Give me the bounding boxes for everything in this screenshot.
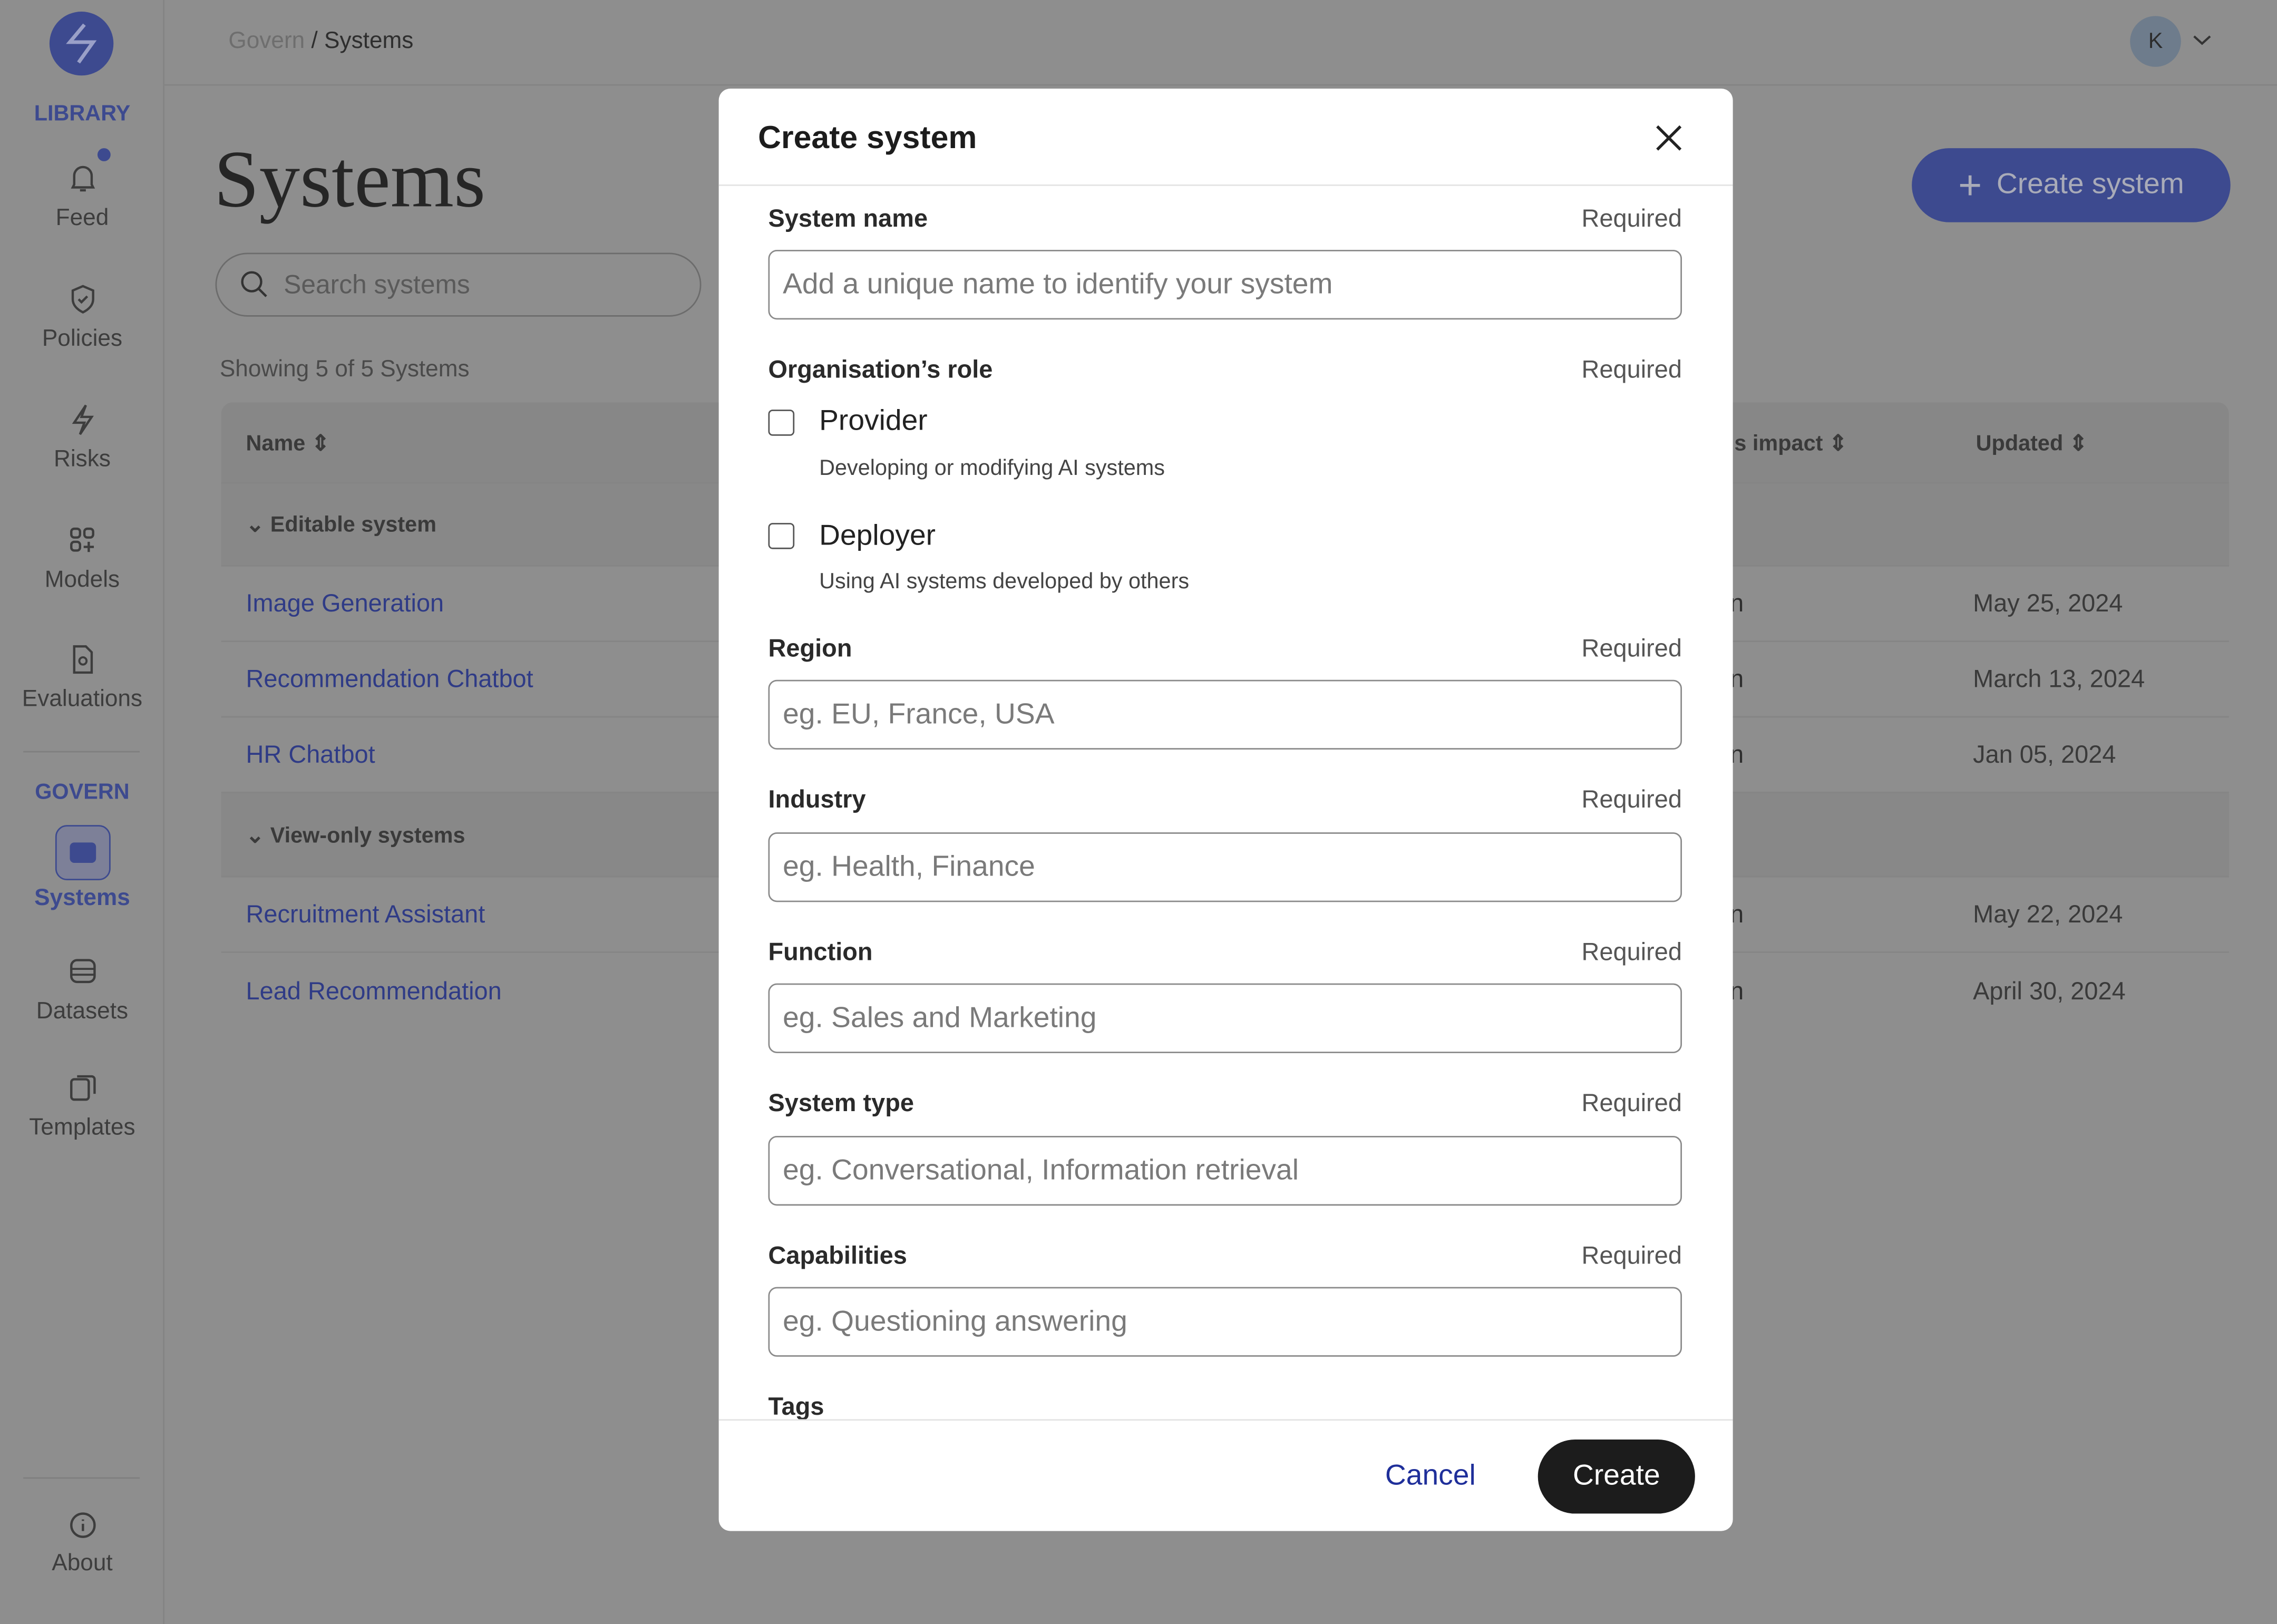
system-name-input[interactable] — [768, 249, 1682, 320]
bell-icon — [70, 166, 94, 192]
create-system-modal: Create system System name Required Organi… — [718, 89, 1733, 1531]
sidebar-item-label: Datasets — [36, 999, 129, 1024]
sidebar-item-label: Feed — [55, 206, 109, 231]
sidebar-item-label: Templates — [29, 1115, 135, 1141]
system-link[interactable]: Recruitment Assistant — [246, 900, 485, 929]
results-count: Showing 5 of 5 Systems — [219, 357, 470, 382]
group-label: View-only systems — [270, 823, 465, 848]
sidebar-item-templates[interactable]: Templates — [0, 1072, 164, 1142]
sidebar-item-policies[interactable]: Policies — [0, 283, 164, 353]
grid-plus-icon — [69, 527, 94, 552]
updated-cell: March 13, 2024 — [1973, 664, 2145, 693]
system-type-input[interactable] — [768, 1136, 1682, 1206]
sidebar-divider — [23, 1477, 140, 1479]
search-placeholder: Search systems — [284, 269, 470, 299]
function-input[interactable] — [768, 983, 1682, 1053]
search-icon — [241, 271, 267, 297]
system-name-label: System name — [768, 205, 928, 232]
create-button[interactable]: Create — [1538, 1439, 1695, 1514]
sidebar-item-label: Models — [44, 568, 120, 593]
logo-icon[interactable] — [49, 12, 114, 76]
column-impact[interactable]: s impact ⇕ — [1734, 429, 1847, 455]
sidebar-divider — [23, 751, 140, 753]
system-link[interactable]: HR Chatbot — [246, 740, 375, 769]
templates-icon — [69, 1075, 95, 1101]
modal-header: Create system — [718, 89, 1733, 186]
search-input[interactable]: Search systems — [215, 252, 702, 317]
sidebar-item-label: Policies — [42, 327, 123, 352]
modal-title: Create system — [758, 119, 977, 155]
info-icon — [69, 1512, 95, 1538]
system-link[interactable]: Image Generation — [246, 589, 444, 618]
database-icon — [69, 959, 95, 984]
breadcrumb-current: Systems — [324, 29, 414, 54]
required-label: Required — [1581, 205, 1682, 232]
sidebar: LIBRARY Feed Policies Risks Models Evalu… — [0, 0, 164, 1624]
deployer-label[interactable]: Deployer — [819, 520, 936, 553]
cancel-button[interactable]: Cancel — [1385, 1460, 1476, 1493]
lightning-icon — [71, 404, 93, 435]
top-bar: Govern / Systems — [164, 0, 2277, 86]
industry-input[interactable] — [768, 832, 1682, 902]
provider-label[interactable]: Provider — [819, 405, 928, 439]
breadcrumb: Govern / Systems — [228, 29, 413, 55]
column-updated[interactable]: Updated ⇕ — [1976, 429, 2088, 455]
function-label: Function — [768, 938, 873, 966]
provider-checkbox[interactable] — [768, 410, 795, 436]
deployer-checkbox[interactable] — [768, 523, 795, 549]
document-search-icon — [72, 645, 92, 674]
chevron-down-icon[interactable] — [2193, 33, 2212, 46]
sidebar-item-label: Evaluations — [22, 687, 143, 712]
notification-dot — [97, 148, 111, 161]
close-icon[interactable] — [1655, 123, 1684, 152]
breadcrumb-parent[interactable]: Govern — [228, 29, 305, 54]
plus-icon: + — [1958, 162, 1982, 207]
create-system-label: Create system — [1996, 168, 2184, 201]
required-label: Required — [1581, 1242, 1682, 1270]
deployer-description: Using AI systems developed by others — [819, 569, 1190, 595]
region-input[interactable] — [768, 679, 1682, 750]
sidebar-item-evaluations[interactable]: Evaluations — [0, 644, 164, 713]
shield-check-icon — [71, 285, 94, 314]
role-label: Organisation’s role — [768, 356, 993, 384]
sidebar-item-datasets[interactable]: Datasets — [0, 956, 164, 1025]
system-link[interactable]: Lead Recommendation — [246, 978, 502, 1007]
required-label: Required — [1581, 938, 1682, 966]
library-section-label: LIBRARY — [34, 101, 131, 127]
system-type-label: System type — [768, 1089, 914, 1117]
sidebar-item-risks[interactable]: Risks — [0, 404, 164, 473]
avatar[interactable]: K — [2130, 16, 2181, 67]
govern-section-label: GOVERN — [35, 780, 130, 805]
sidebar-item-label: Risks — [53, 447, 111, 472]
required-label: Required — [1581, 785, 1682, 814]
required-label: Required — [1581, 1089, 1682, 1117]
updated-cell: May 22, 2024 — [1973, 900, 2123, 928]
capabilities-label: Capabilities — [768, 1242, 907, 1270]
column-name[interactable]: Name ⇕ — [246, 429, 330, 455]
required-label: Required — [1581, 635, 1682, 663]
sidebar-item-feed[interactable]: Feed — [0, 148, 164, 232]
updated-cell: April 30, 2024 — [1973, 977, 2126, 1006]
provider-description: Developing or modifying AI systems — [819, 456, 1165, 481]
updated-cell: Jan 05, 2024 — [1973, 740, 2116, 768]
required-label: Required — [1581, 356, 1682, 384]
breadcrumb-separator: / — [305, 29, 325, 54]
sidebar-item-about[interactable]: About — [0, 1511, 164, 1578]
sidebar-item-systems[interactable]: Systems — [0, 825, 164, 912]
system-link[interactable]: Recommendation Chatbot — [246, 665, 533, 694]
updated-cell: May 25, 2024 — [1973, 589, 2123, 617]
box-icon — [54, 825, 110, 881]
capabilities-input[interactable] — [768, 1287, 1682, 1357]
sidebar-item-label: Systems — [34, 886, 130, 911]
region-label: Region — [768, 635, 852, 663]
sidebar-item-models[interactable]: Models — [0, 524, 164, 594]
tags-label: Tags — [768, 1393, 824, 1421]
modal-footer: Cancel Create — [718, 1419, 1733, 1531]
sidebar-item-label: About — [52, 1551, 113, 1577]
group-label: Editable system — [270, 512, 437, 538]
industry-label: Industry — [768, 785, 866, 814]
page-title: Systems — [213, 135, 486, 226]
create-system-button[interactable]: + Create system — [1912, 148, 2231, 222]
